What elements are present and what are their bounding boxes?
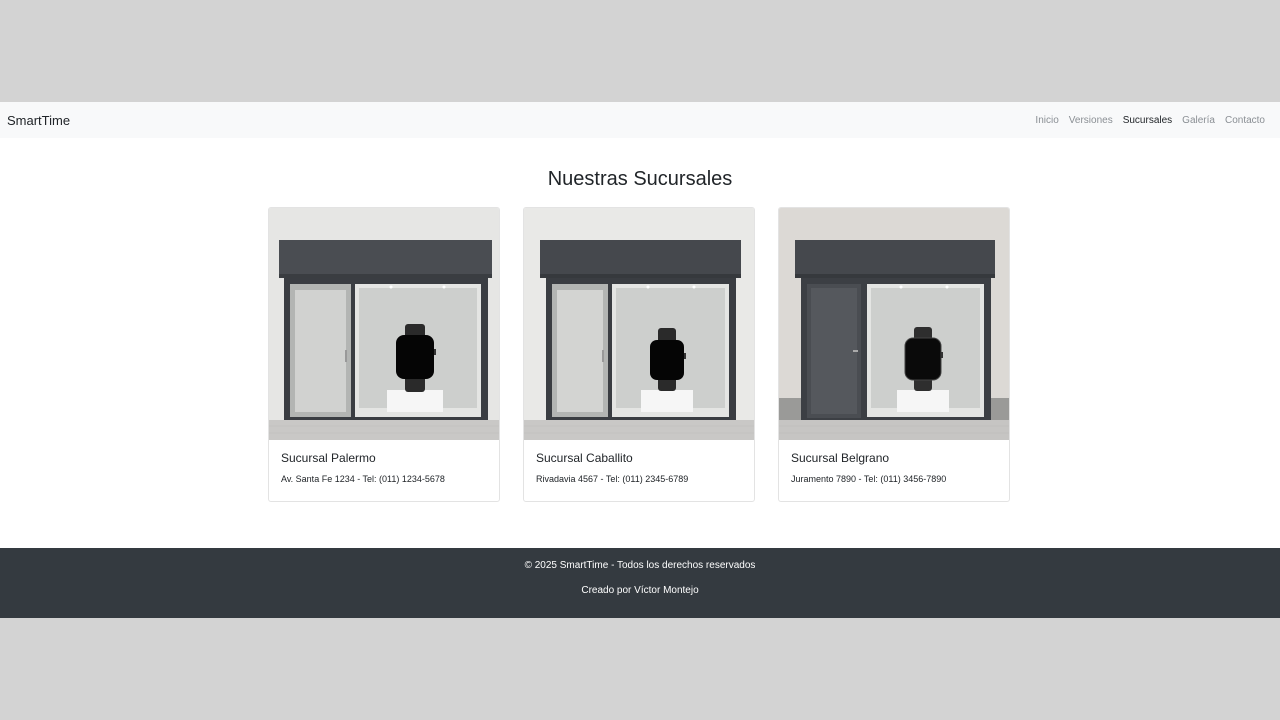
brand-logo[interactable]: SmartTime xyxy=(7,113,70,128)
nav-link-galeria[interactable]: Galería xyxy=(1182,115,1215,126)
footer: © 2025 SmartTime - Todos los derechos re… xyxy=(0,548,1280,618)
card-body: Sucursal Palermo Av. Santa Fe 1234 - Tel… xyxy=(269,440,499,495)
page: SmartTime Inicio Versiones Sucursales Ga… xyxy=(0,102,1280,618)
nav-link-inicio[interactable]: Inicio xyxy=(1035,115,1058,126)
card-title: Sucursal Caballito xyxy=(536,451,633,465)
footer-copyright: © 2025 SmartTime - Todos los derechos re… xyxy=(524,560,756,571)
nav-links: Inicio Versiones Sucursales Galería Cont… xyxy=(1025,115,1265,126)
card-title: Sucursal Palermo xyxy=(281,451,376,465)
navbar: SmartTime Inicio Versiones Sucursales Ga… xyxy=(0,102,1280,138)
nav-link-sucursales[interactable]: Sucursales xyxy=(1123,115,1172,126)
branch-card-caballito: Sucursal Caballito Rivadavia 4567 - Tel:… xyxy=(523,207,755,502)
card-text: Rivadavia 4567 - Tel: (011) 2345-6789 xyxy=(536,474,689,484)
footer-credit: Creado por Víctor Montejo xyxy=(581,585,699,596)
card-title: Sucursal Belgrano xyxy=(791,451,890,465)
nav-link-contacto[interactable]: Contacto xyxy=(1225,115,1265,126)
card-body: Sucursal Belgrano Juramento 7890 - Tel: … xyxy=(779,440,1009,495)
storefront-image xyxy=(779,208,1009,440)
storefront-image xyxy=(269,208,499,440)
branch-card-palermo: Sucursal Palermo Av. Santa Fe 1234 - Tel… xyxy=(268,207,500,502)
branch-card-belgrano: Sucursal Belgrano Juramento 7890 - Tel: … xyxy=(778,207,1010,502)
branch-cards: Sucursal Palermo Av. Santa Fe 1234 - Tel… xyxy=(268,207,1010,502)
nav-link-versiones[interactable]: Versiones xyxy=(1069,115,1113,126)
page-title: Nuestras Sucursales xyxy=(547,168,733,190)
card-text: Av. Santa Fe 1234 - Tel: (011) 1234-5678 xyxy=(281,474,445,484)
storefront-image xyxy=(524,208,754,440)
card-text: Juramento 7890 - Tel: (011) 3456-7890 xyxy=(791,474,947,484)
card-body: Sucursal Caballito Rivadavia 4567 - Tel:… xyxy=(524,440,754,495)
